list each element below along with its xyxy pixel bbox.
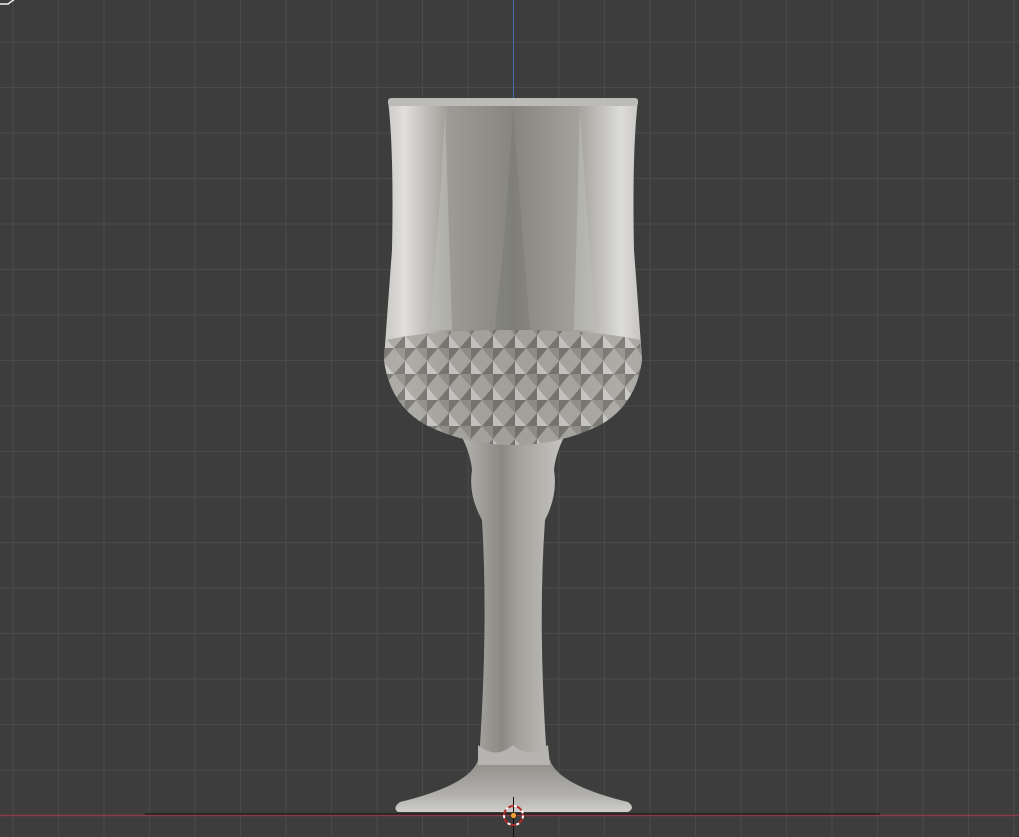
corner-gizmo-fragment: [0, 0, 15, 5]
viewport-canvas[interactable]: [0, 0, 1019, 837]
3d-viewport[interactable]: [0, 0, 1019, 837]
glass-stem: [458, 430, 568, 762]
origin-point: [510, 812, 517, 819]
